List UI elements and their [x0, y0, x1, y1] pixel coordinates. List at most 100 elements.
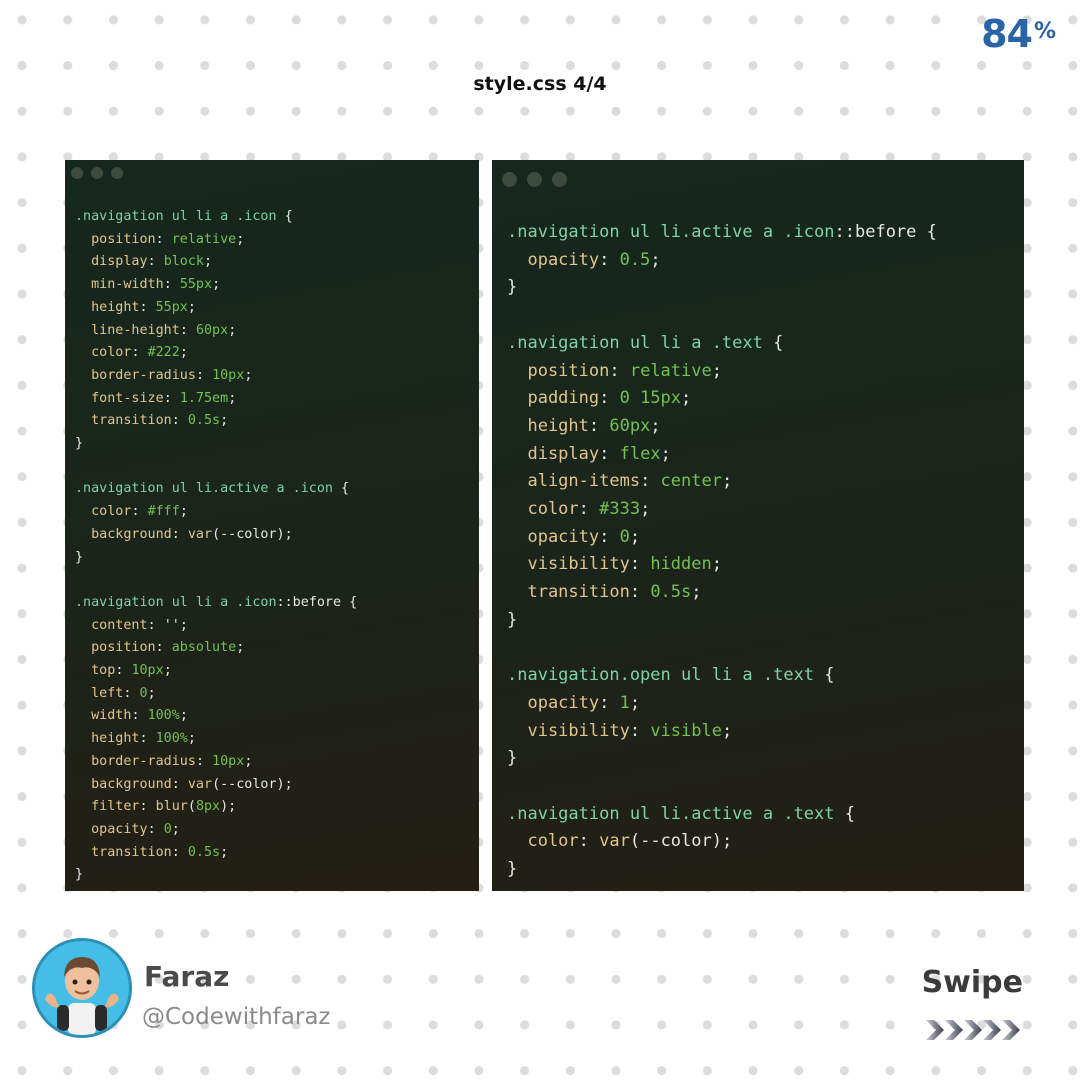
- code-token: {: [814, 665, 835, 686]
- code-token: :: [139, 731, 156, 747]
- code-line: display: block;: [75, 254, 212, 269]
- code-token: var: [187, 776, 213, 792]
- code-token: ;: [711, 360, 722, 381]
- code-token: :: [147, 254, 164, 270]
- code-token: ;: [244, 367, 253, 383]
- code-line: }: [507, 748, 517, 768]
- code-token: ;: [220, 413, 229, 429]
- code-line: filter: blur(8px);: [75, 799, 236, 814]
- author-handle[interactable]: @Codewithfaraz: [142, 1004, 331, 1030]
- code-line: border-radius: 10px;: [75, 754, 252, 769]
- code-token: .navigation ul li a .icon: [75, 209, 277, 224]
- code-token: ;: [220, 844, 229, 860]
- code-line: .navigation ul li a .icon {: [75, 209, 293, 224]
- code-token: (: [187, 799, 196, 815]
- code-token: :: [115, 663, 132, 679]
- code-token: font-size: [75, 390, 164, 406]
- code-token: color: [75, 345, 132, 361]
- code-token: :: [640, 471, 661, 492]
- code-line: opacity: 0;: [75, 822, 180, 837]
- code-token: }: [507, 609, 518, 630]
- code-line: height: 100%;: [75, 731, 196, 746]
- code-token: height: [507, 415, 589, 436]
- code-token: 0.5: [619, 249, 651, 270]
- code-line: }: [507, 277, 517, 297]
- code-token: color: [75, 504, 132, 520]
- code-token: ::before: [834, 222, 917, 242]
- code-token: }: [75, 436, 84, 452]
- code-token: }: [507, 748, 518, 769]
- code-line: }: [507, 610, 517, 630]
- code-token: ;: [147, 685, 156, 701]
- swipe-label[interactable]: Swipe: [922, 965, 1023, 1000]
- code-token: {: [276, 209, 293, 224]
- avatar-memoji-icon: [35, 941, 129, 1035]
- code-token: }: [507, 277, 518, 298]
- code-token: :: [629, 582, 651, 603]
- code-token: block: [163, 254, 204, 270]
- code-token: 100%: [147, 708, 180, 724]
- code-token: :: [588, 415, 610, 436]
- code-line: .navigation ul li a .text {: [507, 333, 783, 353]
- code-window-left: .navigation ul li a .icon { position: re…: [65, 160, 479, 891]
- code-line: background: var(--color);: [75, 777, 293, 792]
- code-line: min-width: 55px;: [75, 277, 220, 292]
- code-token: 10px: [212, 367, 245, 383]
- code-token: padding: [507, 388, 600, 409]
- file-title: style.css 4/4: [473, 73, 607, 95]
- author-name: Faraz: [144, 960, 230, 993]
- code-token: 8px: [195, 799, 221, 815]
- window-dot-icon: [552, 172, 567, 187]
- code-token: border-radius: [75, 367, 196, 383]
- code-token: transition: [75, 844, 172, 860]
- code-token: :: [155, 640, 172, 656]
- code-token: );: [220, 799, 237, 815]
- code-token: display: [75, 254, 148, 270]
- code-line: color: #222;: [75, 345, 188, 360]
- swipe-arrows-icon[interactable]: [926, 1018, 1022, 1042]
- code-token: :: [123, 685, 140, 701]
- window-dot-icon: [527, 172, 542, 187]
- code-token: ;: [650, 415, 661, 436]
- code-token: ;: [236, 231, 245, 247]
- code-line: }: [75, 867, 83, 882]
- code-token: ;: [212, 277, 221, 293]
- code-token: }: [75, 549, 84, 565]
- code-token: ;: [650, 249, 661, 270]
- code-line: }: [507, 859, 517, 879]
- code-token: 60px: [195, 322, 229, 338]
- code-line: line-height: 60px;: [75, 323, 236, 338]
- code-token: :: [131, 345, 148, 361]
- code-token: 1: [619, 692, 630, 713]
- code-line: .navigation ul li.active a .icon::before…: [507, 222, 937, 242]
- code-line: position: relative;: [75, 232, 244, 247]
- code-token: 100%: [155, 731, 188, 747]
- code-line: height: 55px;: [75, 300, 196, 315]
- code-token: line-height: [75, 322, 180, 338]
- code-line: color: #fff;: [75, 504, 188, 519]
- code-token: ;: [629, 526, 641, 547]
- code-token: visibility: [507, 720, 630, 741]
- code-token: :: [599, 443, 620, 464]
- code-token: :: [171, 844, 188, 860]
- code-token: 10px: [212, 753, 245, 769]
- progress-number: 84: [981, 12, 1033, 56]
- code-token: ;: [163, 663, 172, 679]
- code-token: {: [332, 481, 350, 497]
- code-token: :: [171, 413, 188, 429]
- code-line: visibility: visible;: [507, 721, 732, 741]
- code-line: padding: 0 15px;: [507, 388, 691, 408]
- code-token: content: [75, 617, 148, 633]
- code-token: ;: [244, 753, 253, 769]
- code-token: :: [599, 692, 620, 713]
- code-token: :: [195, 367, 213, 383]
- code-token: {: [341, 594, 358, 610]
- code-line: opacity: 0;: [507, 527, 640, 547]
- code-token: relative: [629, 360, 712, 381]
- code-line: width: 100%;: [75, 708, 188, 723]
- code-token: :: [163, 390, 180, 406]
- code-token: :: [629, 720, 651, 741]
- code-token: (--color);: [212, 526, 293, 542]
- code-token: opacity: [75, 821, 148, 837]
- code-line: color: #333;: [507, 499, 650, 519]
